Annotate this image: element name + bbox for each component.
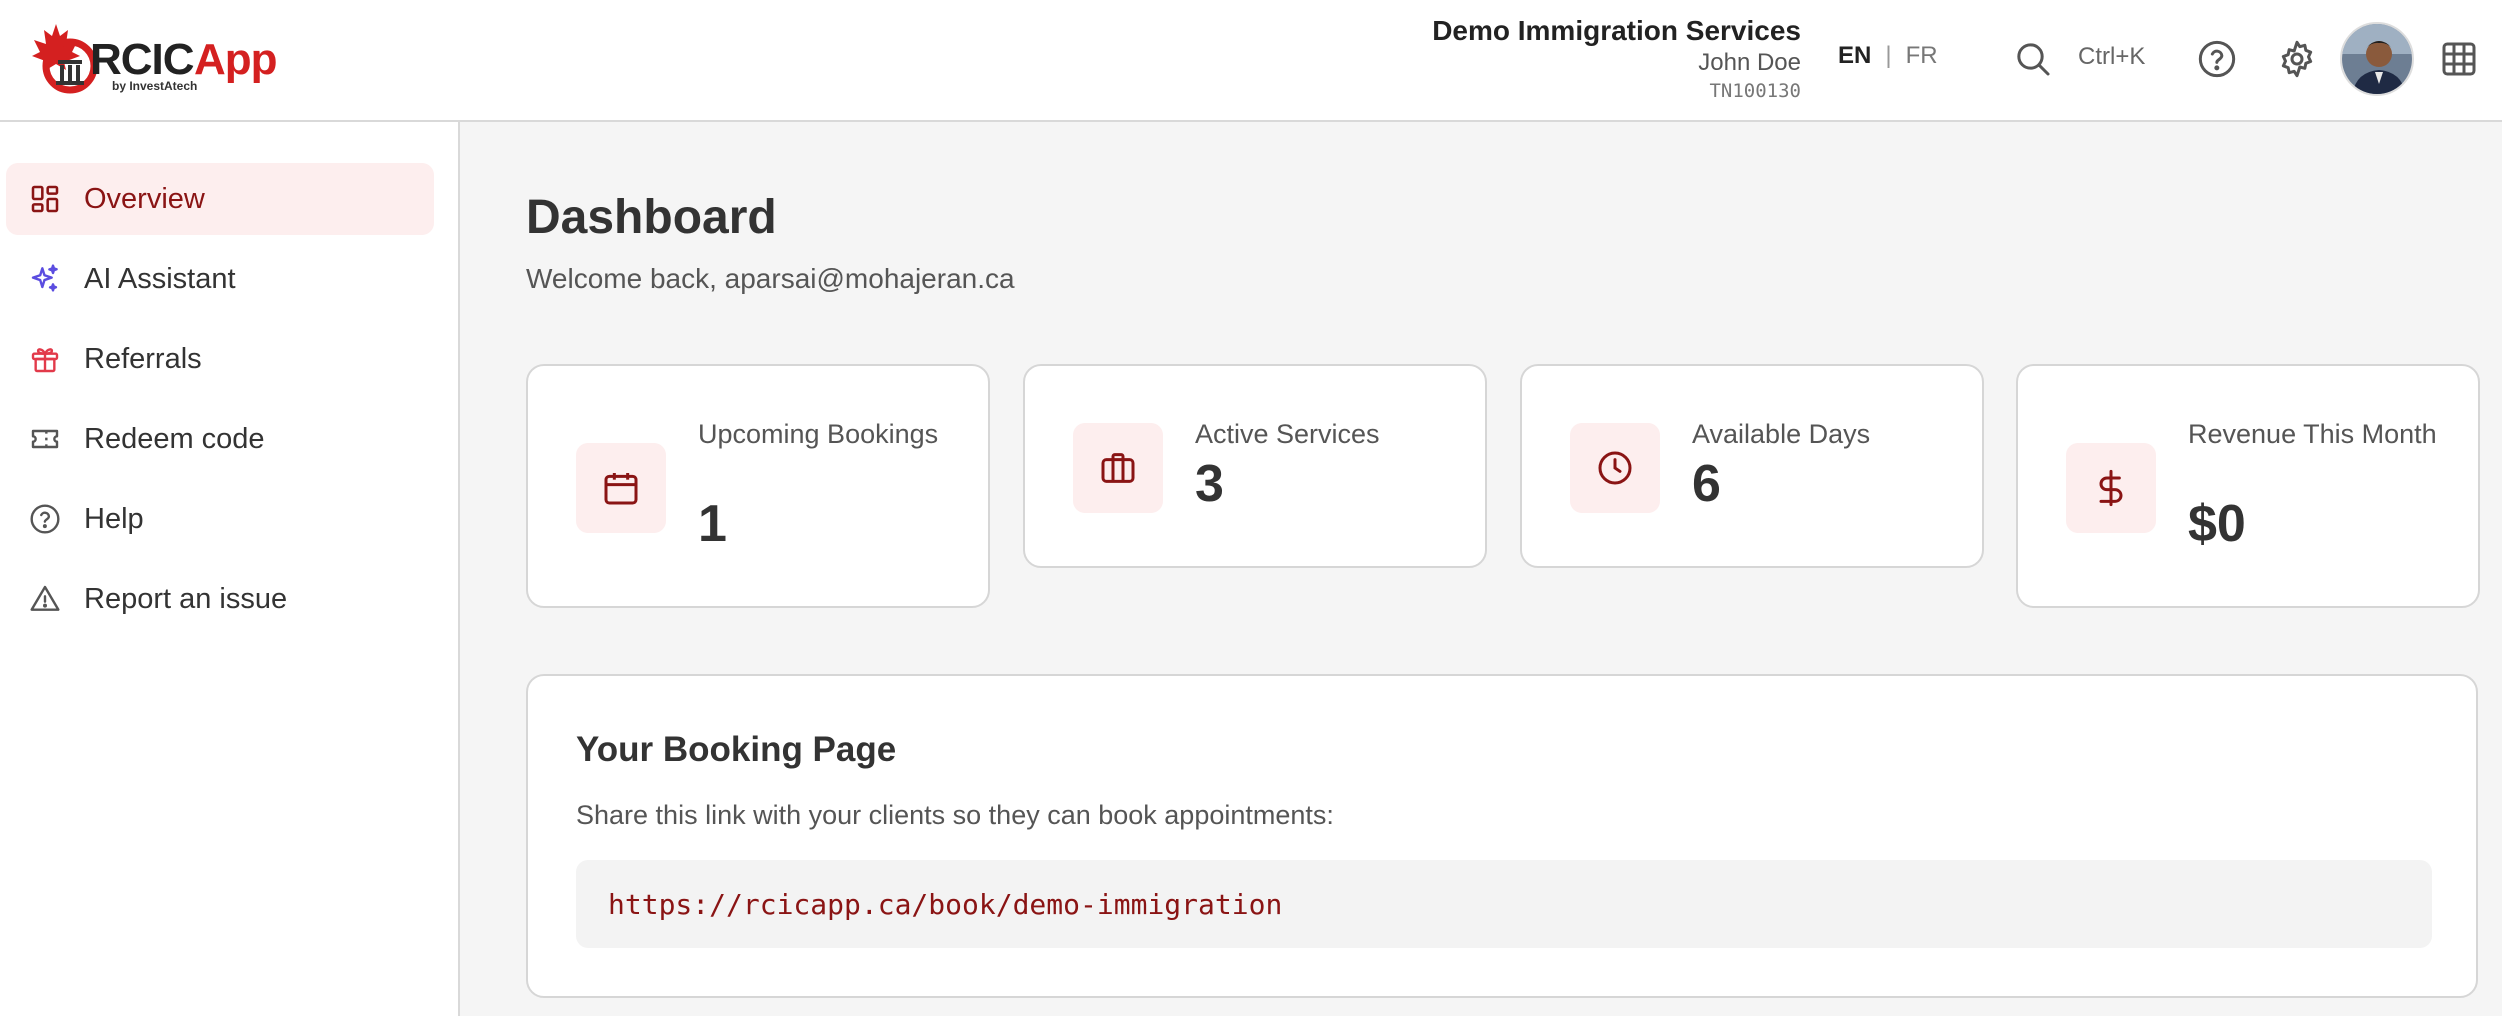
sidebar: Overview AI Assistant Referrals Redeem c… (0, 122, 460, 1016)
stat-label: Available Days (1692, 419, 1871, 449)
booking-link[interactable]: https://rcicapp.ca/book/demo-immigration (576, 860, 2432, 948)
sidebar-item-label: Redeem code (84, 422, 265, 455)
page-title: Dashboard (526, 191, 777, 244)
stat-value: 6 (1692, 455, 1721, 513)
logo-text-app: App (194, 35, 277, 84)
ticket-icon (28, 422, 62, 456)
stat-card-revenue: Revenue This Month $0 (2016, 364, 2480, 608)
org-name: Demo Immigration Services (1432, 15, 1801, 46)
sparkles-icon (28, 262, 62, 296)
sidebar-item-help[interactable]: Help (6, 483, 434, 555)
clock-icon (1570, 423, 1660, 513)
calendar-icon (576, 443, 666, 533)
search-icon[interactable] (2008, 34, 2058, 84)
stat-value: 1 (698, 495, 727, 553)
booking-description: Share this link with your clients so the… (576, 800, 1334, 830)
stat-value: 3 (1195, 455, 1224, 513)
top-header: RCIC App by InvestAtech Demo Immigration… (0, 0, 2502, 122)
welcome-message: Welcome back, aparsai@mohajeran.ca (526, 263, 1015, 294)
sidebar-item-ai-assistant[interactable]: AI Assistant (6, 243, 434, 315)
lang-separator: | (1885, 42, 1892, 69)
sidebar-item-redeem-code[interactable]: Redeem code (6, 403, 434, 475)
sidebar-item-referrals[interactable]: Referrals (6, 323, 434, 395)
logo-text-rcic: RCIC (90, 35, 194, 84)
dollar-icon (2066, 443, 2156, 533)
lang-fr[interactable]: FR (1906, 42, 1938, 70)
app-logo[interactable]: RCIC App by InvestAtech (28, 18, 288, 98)
briefcase-icon (1073, 423, 1163, 513)
language-switcher: EN | FR (1838, 42, 1938, 70)
stat-card-available-days: Available Days 6 (1520, 364, 1984, 568)
lang-en[interactable]: EN (1838, 42, 1871, 70)
search-shortcut: Ctrl+K (2078, 43, 2146, 70)
sidebar-item-label: Report an issue (84, 582, 288, 615)
booking-title: Your Booking Page (576, 730, 897, 769)
sidebar-item-overview[interactable]: Overview (6, 163, 434, 235)
stat-value: $0 (2188, 495, 2246, 553)
booking-page-card: Your Booking Page Share this link with y… (526, 674, 2478, 998)
user-id: TN100130 (1709, 80, 1801, 102)
warning-icon (28, 582, 62, 616)
sidebar-item-report-issue[interactable]: Report an issue (6, 563, 434, 635)
stat-card-upcoming-bookings: Upcoming Bookings 1 (526, 364, 990, 608)
sidebar-item-label: AI Assistant (84, 262, 236, 295)
sidebar-item-label: Help (84, 502, 144, 535)
overview-icon (28, 182, 62, 216)
stat-label: Upcoming Bookings (698, 419, 939, 449)
stat-label: Revenue This Month (2188, 419, 2437, 449)
sidebar-item-label: Referrals (84, 342, 202, 375)
user-avatar[interactable] (2340, 22, 2414, 96)
logo-byline: by InvestAtech (112, 79, 197, 93)
user-name: John Doe (1698, 49, 1801, 76)
help-icon[interactable] (2192, 34, 2242, 84)
gear-icon[interactable] (2272, 34, 2322, 84)
app-grid-icon[interactable] (2434, 34, 2484, 84)
stat-card-active-services: Active Services 3 (1023, 364, 1487, 568)
help-icon (28, 502, 62, 536)
organization-info: Demo Immigration Services John Doe TN100… (1432, 14, 1801, 104)
stat-label: Active Services (1195, 419, 1380, 449)
sidebar-item-label: Overview (84, 182, 205, 215)
gift-icon (28, 342, 62, 376)
